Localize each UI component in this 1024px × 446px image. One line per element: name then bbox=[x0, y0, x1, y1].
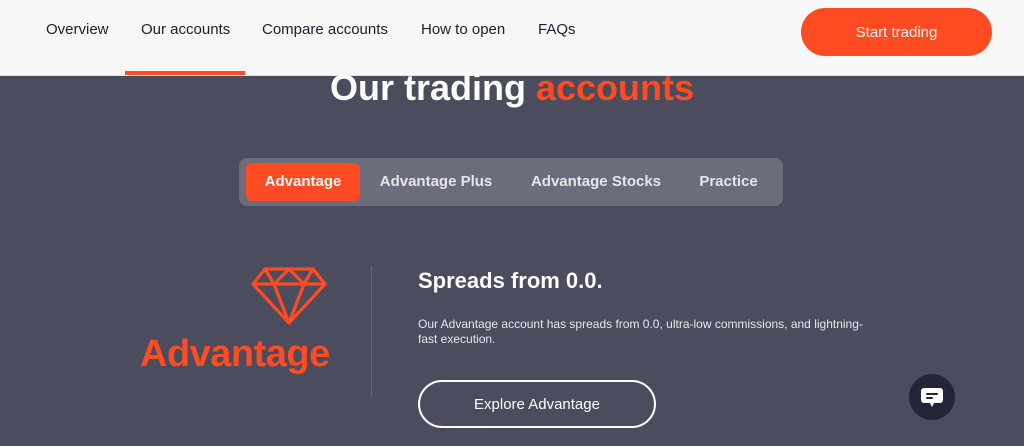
start-trading-button[interactable]: Start trading bbox=[801, 8, 992, 56]
chat-icon bbox=[921, 388, 943, 407]
top-navigation: Overview Our accounts Compare accounts H… bbox=[0, 0, 1024, 76]
nav-compare-accounts[interactable]: Compare accounts bbox=[262, 21, 388, 38]
diamond-icon bbox=[251, 267, 327, 325]
nav-our-accounts[interactable]: Our accounts bbox=[141, 21, 230, 38]
account-headline: Spreads from 0.0. bbox=[418, 268, 603, 293]
account-description: Our Advantage account has spreads from 0… bbox=[418, 317, 863, 346]
tab-practice[interactable]: Practice bbox=[684, 163, 773, 201]
chat-button[interactable] bbox=[909, 374, 955, 420]
explore-advantage-button[interactable]: Explore Advantage bbox=[418, 380, 656, 428]
tab-advantage-plus[interactable]: Advantage Plus bbox=[367, 163, 505, 201]
page-title-accent: accounts bbox=[535, 67, 695, 108]
vertical-divider bbox=[371, 266, 372, 396]
tab-advantage-stocks[interactable]: Advantage Stocks bbox=[515, 163, 677, 201]
tab-advantage[interactable]: Advantage bbox=[246, 163, 360, 201]
page-title: Our trading accounts bbox=[0, 67, 1024, 109]
nav-overview[interactable]: Overview bbox=[46, 21, 109, 38]
account-tabs: Advantage Advantage Plus Advantage Stock… bbox=[239, 158, 783, 206]
nav-faqs[interactable]: FAQs bbox=[538, 21, 576, 38]
nav-how-to-open[interactable]: How to open bbox=[421, 21, 505, 38]
page-title-prefix: Our trading bbox=[329, 67, 526, 108]
account-name: Advantage bbox=[140, 333, 330, 375]
